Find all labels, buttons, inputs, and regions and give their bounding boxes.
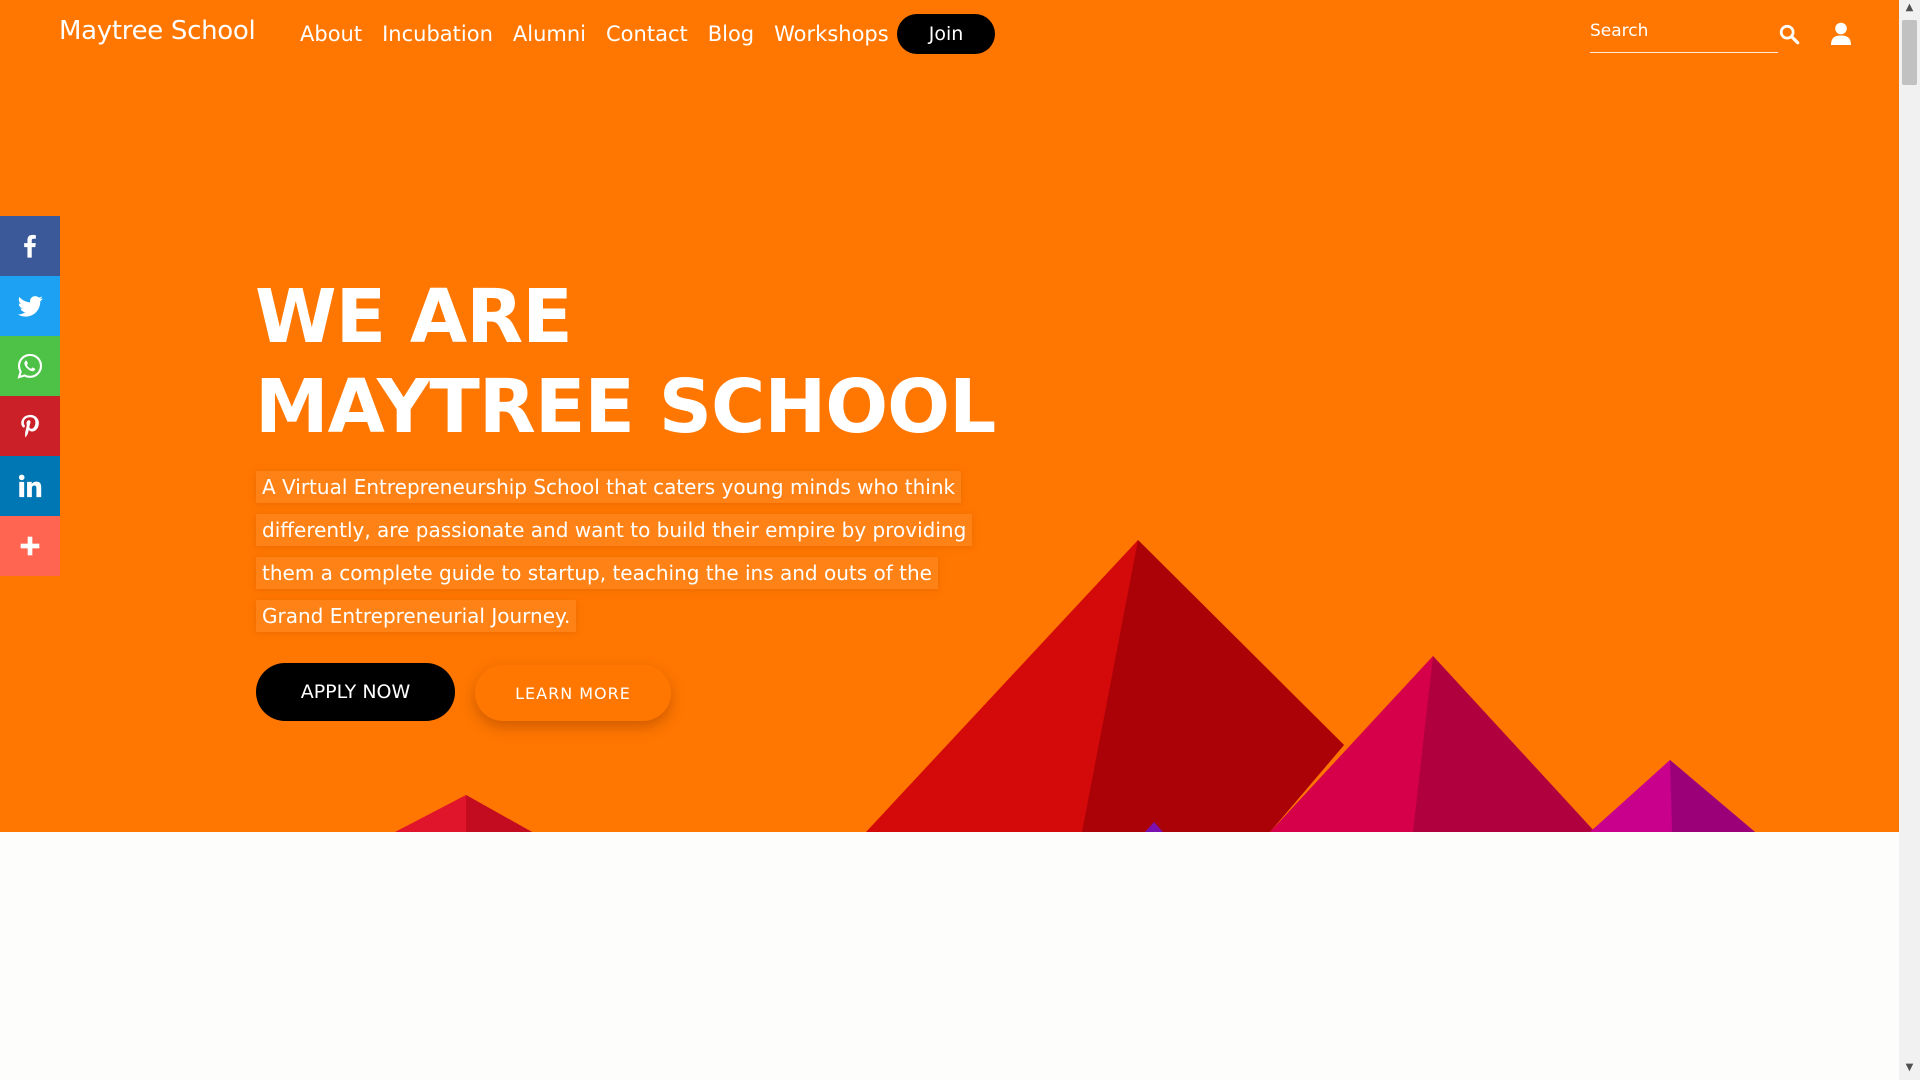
page: Maytree School About Incubation Alumni C… (0, 0, 1899, 1080)
pinterest-icon (21, 414, 39, 438)
scrollbar[interactable]: ▲ ▼ (1899, 0, 1920, 1080)
search-input[interactable] (1590, 14, 1778, 48)
apply-now-button[interactable]: APPLY NOW (256, 663, 455, 721)
share-twitter-button[interactable] (0, 276, 60, 336)
nav-blog[interactable]: Blog (708, 22, 754, 46)
linkedin-icon (18, 474, 42, 498)
nav-alumni[interactable]: Alumni (513, 22, 586, 46)
twitter-icon (17, 296, 43, 317)
search-icon[interactable] (1778, 23, 1800, 45)
facebook-icon (24, 234, 36, 258)
join-button[interactable]: Join (897, 14, 995, 54)
hero-description: A Virtual Entrepreneurship School that c… (256, 466, 976, 638)
user-icon[interactable] (1830, 22, 1852, 46)
nav-incubation[interactable]: Incubation (382, 22, 493, 46)
nav-workshops[interactable]: Workshops (774, 22, 889, 46)
hero-title: WE ARE MAYTREE SCHOOL (255, 272, 996, 452)
share-more-button[interactable] (0, 516, 60, 576)
scroll-up-arrow-icon[interactable]: ▲ (1899, 2, 1920, 18)
nav-contact[interactable]: Contact (606, 22, 688, 46)
share-linkedin-button[interactable] (0, 456, 60, 516)
hero-title-line-2: MAYTREE SCHOOL (255, 364, 996, 450)
social-share-bar (0, 216, 60, 576)
learn-more-button[interactable]: LEARN MORE (475, 665, 671, 721)
plus-icon (20, 536, 40, 556)
share-facebook-button[interactable] (0, 216, 60, 276)
whatsapp-icon (17, 353, 43, 379)
main-nav: About Incubation Alumni Contact Blog Wor… (300, 18, 909, 50)
nav-about[interactable]: About (300, 22, 362, 46)
share-pinterest-button[interactable] (0, 396, 60, 456)
hero-title-line-1: WE ARE (255, 274, 573, 360)
brand-logo[interactable]: Maytree School (59, 16, 256, 46)
share-whatsapp-button[interactable] (0, 336, 60, 396)
search-box (1590, 14, 1778, 53)
scroll-down-arrow-icon[interactable]: ▼ (1899, 1062, 1920, 1078)
hero-section: Maytree School About Incubation Alumni C… (0, 0, 1899, 832)
hero-description-text: A Virtual Entrepreneurship School that c… (256, 471, 973, 632)
scroll-thumb[interactable] (1902, 20, 1917, 85)
